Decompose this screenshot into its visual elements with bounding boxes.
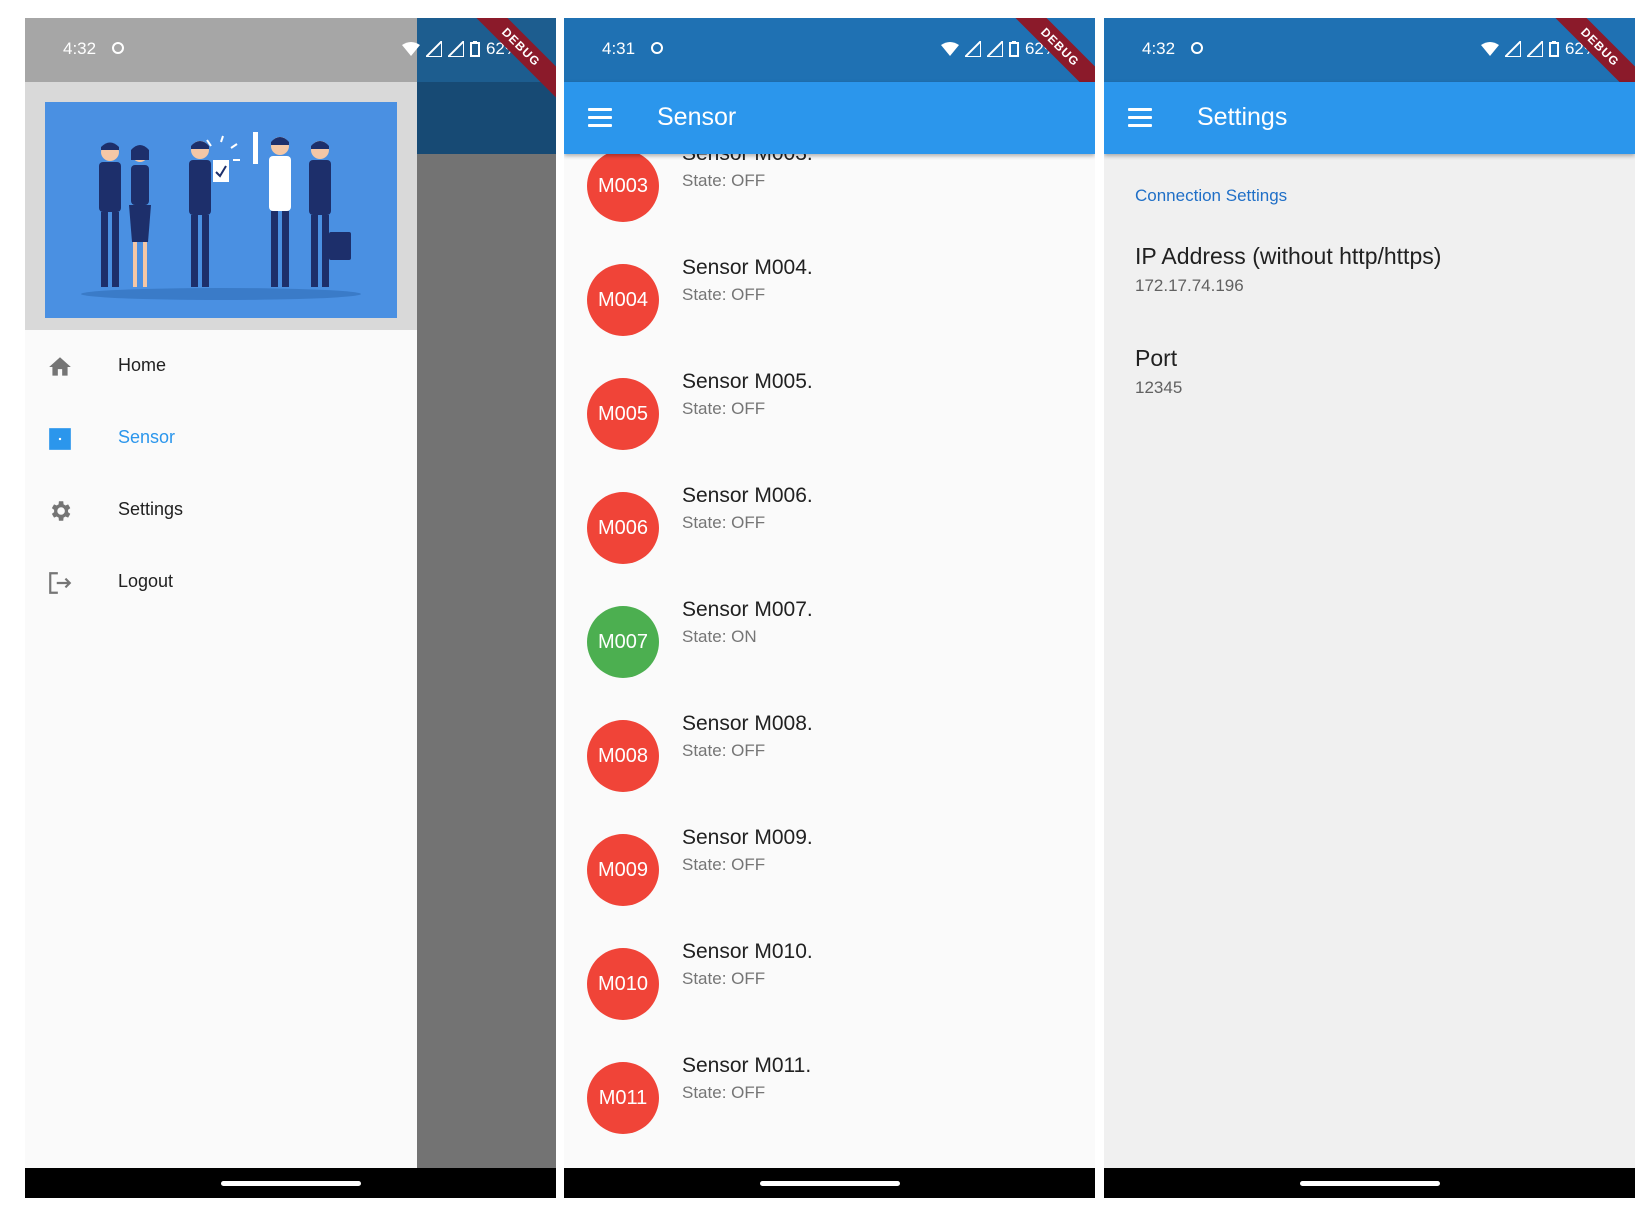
ip-address-setting[interactable]: IP Address (without http/https) 172.17.7…	[1135, 243, 1595, 296]
sensor-title: Sensor M009.	[682, 826, 813, 849]
wifi-icon	[401, 42, 420, 56]
header-illustration	[45, 102, 397, 318]
sensor-avatar: M006	[587, 492, 659, 564]
notification-icon	[651, 42, 663, 54]
sensor-title: Sensor M006.	[682, 484, 813, 507]
sensor-state: State: OFF	[682, 855, 766, 874]
sensor-title: Sensor M007.	[682, 598, 813, 621]
sensor-avatar: M007	[587, 606, 659, 678]
sensor-avatar: M011	[587, 1062, 659, 1134]
logout-icon	[49, 572, 72, 594]
drawer-item-label: Logout	[118, 571, 174, 591]
home-icon	[49, 357, 71, 376]
sensor-title: Sensor M005.	[682, 370, 813, 393]
drawer-item-logout[interactable]: Logout	[25, 546, 417, 618]
sensor-title: Sensor M004.	[682, 256, 813, 279]
app-bar: Sensor	[564, 82, 1095, 154]
home-handle[interactable]	[1299, 1181, 1440, 1186]
sensor-title: Sensor M011.	[682, 1054, 812, 1077]
drawer-item-label: Home	[118, 355, 167, 375]
sensor-title: Sensor M010.	[682, 940, 813, 963]
app-bar: Settings	[1104, 82, 1635, 154]
sensor-avatar: M009	[587, 834, 659, 906]
sensor-avatar: M005	[587, 378, 659, 450]
home-handle[interactable]	[220, 1181, 361, 1186]
status-time: 4:31	[602, 39, 636, 58]
sensor-list[interactable]: M003 Sensor M003. State: OFF M004 Sensor M00…	[564, 154, 1095, 1168]
setting-title: Port	[1135, 345, 1178, 371]
menu-icon[interactable]	[588, 108, 612, 128]
sensor-avatar: M003	[587, 154, 659, 222]
sensor-state: State: OFF	[682, 399, 766, 418]
page-title: Sensor	[657, 103, 737, 131]
navigation-drawer: Home Sensor Settings Logout	[25, 82, 417, 1168]
sensor-state: State: OFF	[682, 1083, 766, 1102]
battery-icon	[469, 41, 480, 57]
sensor-row[interactable]: M007 Sensor M007. State: ON	[564, 598, 1095, 720]
battery-icon	[1548, 41, 1559, 57]
drawer-item-settings[interactable]: Settings	[25, 474, 417, 546]
sensor-row[interactable]: M011 Sensor M011. State: OFF	[564, 1054, 1095, 1168]
scrim-appbar	[417, 82, 556, 154]
status-bar: 4:32 62% DEBUG	[1104, 18, 1635, 108]
drawer-item-sensor[interactable]: Sensor	[25, 402, 417, 474]
sensor-icon	[49, 428, 71, 450]
sensor-title: Sensor M008.	[682, 712, 813, 735]
setting-value: 172.17.74.196	[1135, 276, 1244, 295]
system-nav-bar	[564, 1168, 1095, 1198]
signal-icon	[964, 41, 981, 57]
sensor-state: State: OFF	[682, 285, 766, 304]
wifi-icon	[1480, 42, 1499, 56]
status-bar: 4:31 62% DEBUG	[564, 18, 1095, 108]
system-nav-bar	[1104, 1168, 1635, 1198]
section-title: Connection Settings	[1135, 186, 1288, 205]
sensor-row[interactable]: M010 Sensor M010. State: OFF	[564, 940, 1095, 1062]
page-title: Settings	[1197, 103, 1288, 131]
sensor-state: State: OFF	[682, 969, 766, 988]
sensor-row[interactable]: M006 Sensor M006. State: OFF	[564, 484, 1095, 606]
sensor-state: State: OFF	[682, 513, 766, 532]
sensor-avatar: M004	[587, 264, 659, 336]
drawer-header	[25, 82, 417, 330]
menu-icon[interactable]	[1128, 108, 1152, 128]
sensor-row[interactable]: M003 Sensor M003. State: OFF	[564, 154, 1095, 264]
notification-icon	[112, 42, 124, 54]
sensor-row[interactable]: M008 Sensor M008. State: OFF	[564, 712, 1095, 834]
signal-icon-2	[1526, 41, 1543, 57]
signal-icon-2	[447, 41, 464, 57]
sensor-screen: 4:31 62% DEBUG M003 Sensor M003. State: OF…	[564, 18, 1095, 1198]
signal-icon-2	[986, 41, 1003, 57]
sensor-row[interactable]: M009 Sensor M009. State: OFF	[564, 826, 1095, 948]
sensor-title: Sensor M003.	[682, 154, 813, 166]
sensor-row[interactable]: M004 Sensor M004. State: OFF	[564, 256, 1095, 378]
sensor-avatar: M010	[587, 948, 659, 1020]
drawer-item-label: Sensor	[118, 427, 176, 447]
sensor-state: State: OFF	[682, 171, 766, 190]
notification-icon	[1191, 42, 1203, 54]
home-handle[interactable]	[759, 1181, 900, 1186]
drawer-item-home[interactable]: Home	[25, 330, 417, 402]
port-setting[interactable]: Port 12345	[1135, 345, 1595, 398]
setting-title: IP Address (without http/https)	[1135, 243, 1442, 269]
drawer-item-label: Settings	[118, 499, 184, 519]
wifi-icon	[940, 42, 959, 56]
system-nav-bar	[25, 1168, 556, 1198]
setting-value: 12345	[1135, 378, 1183, 397]
sensor-state: State: OFF	[682, 741, 766, 760]
drawer-scrim[interactable]	[417, 154, 556, 1168]
status-time: 4:32	[1142, 39, 1176, 58]
sensor-avatar: M008	[587, 720, 659, 792]
sensor-row[interactable]: M005 Sensor M005. State: OFF	[564, 370, 1095, 492]
signal-icon	[1504, 41, 1521, 57]
gear-icon	[51, 501, 71, 521]
drawer-screen: 4:32 62% DEBUG Home Sensor Settings Logo…	[25, 18, 556, 1198]
battery-icon	[1008, 41, 1019, 57]
settings-screen: 4:32 62% DEBUG Settings Connection Setti…	[1104, 18, 1635, 1198]
status-time: 4:32	[63, 39, 97, 58]
signal-icon	[425, 41, 442, 57]
sensor-state: State: ON	[682, 627, 757, 646]
